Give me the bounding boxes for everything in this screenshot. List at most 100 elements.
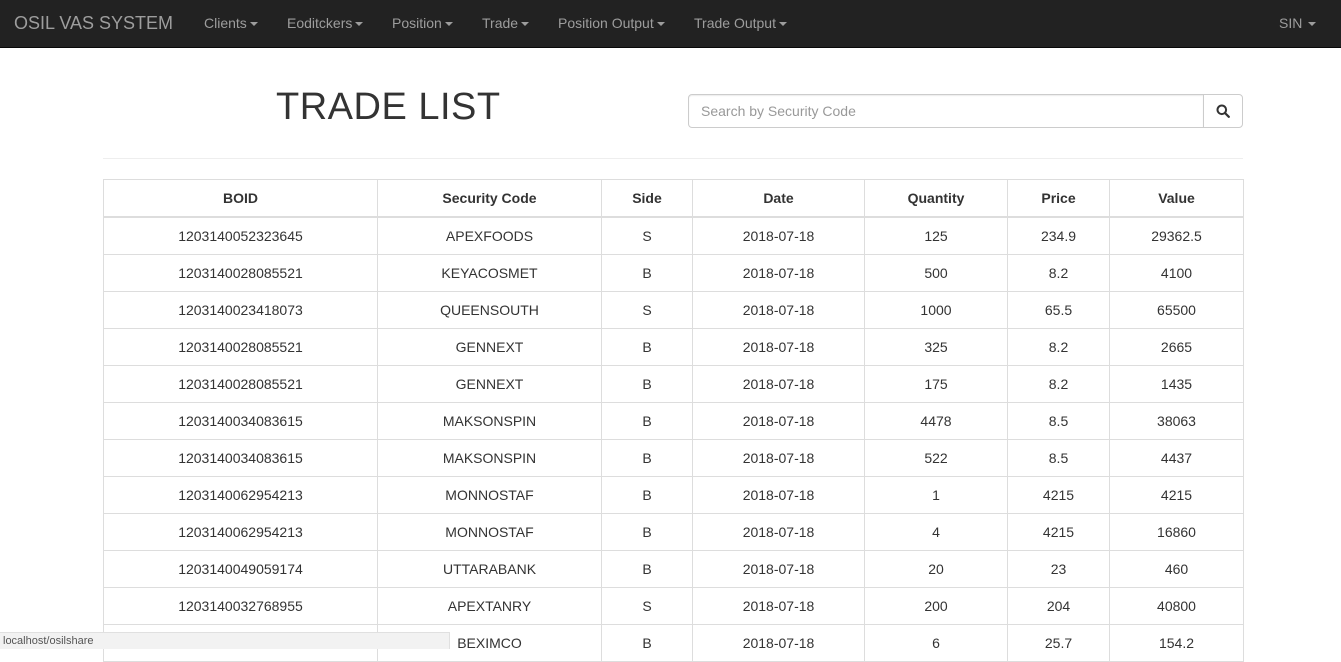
user-menu-label: SIN (1279, 15, 1303, 31)
cell-quantity: 325 (864, 328, 1008, 366)
cell-boid: 1203140023418073 (103, 291, 378, 329)
column-header-security-code[interactable]: Security Code (377, 179, 602, 218)
cell-date: 2018-07-18 (692, 550, 865, 588)
search-icon (1216, 104, 1230, 118)
column-header-price[interactable]: Price (1007, 179, 1110, 218)
cell-side: B (601, 513, 693, 551)
column-header-value[interactable]: Value (1109, 179, 1244, 218)
table-row[interactable]: 1203140028085521 GENNEXT B 2018-07-18 175 8.2… (103, 365, 1244, 403)
column-header-boid[interactable]: BOID (103, 179, 378, 218)
nav-menu-clients[interactable]: Clients (204, 0, 258, 46)
brand-link[interactable]: OSIL VAS SYSTEM (14, 0, 173, 46)
caret-down-icon (444, 22, 453, 27)
cell-date: 2018-07-18 (692, 513, 865, 551)
cell-side: B (601, 402, 693, 440)
cell-value: 65500 (1109, 291, 1244, 329)
caret-down-icon (249, 22, 258, 27)
cell-date: 2018-07-18 (692, 402, 865, 440)
cell-value: 154.2 (1109, 624, 1244, 662)
table-row[interactable]: 1203140023418073 QUEENSOUTH S 2018-07-18 100… (103, 291, 1244, 329)
cell-side: B (601, 254, 693, 292)
cell-boid: 1203140028085521 (103, 328, 378, 366)
cell-date: 2018-07-18 (692, 254, 865, 292)
cell-date: 2018-07-18 (692, 328, 865, 366)
column-header-side[interactable]: Side (601, 179, 693, 218)
search-input[interactable] (688, 94, 1204, 128)
table-row[interactable]: 1203140028085521 KEYACOSMET B 2018-07-18 500… (103, 254, 1244, 292)
cell-boid: 1203140034083615 (103, 402, 378, 440)
cell-security-code: MAKSONSPIN (377, 439, 602, 477)
cell-value: 4437 (1109, 439, 1244, 477)
nav-menu-label: Position (392, 15, 442, 31)
cell-quantity: 125 (864, 216, 1008, 255)
column-header-date[interactable]: Date (692, 179, 865, 218)
cell-security-code: GENNEXT (377, 365, 602, 403)
cell-date: 2018-07-18 (692, 216, 865, 255)
cell-boid: 1203140052323645 (103, 216, 378, 255)
table-row[interactable]: 1203140028085521 GENNEXT B 2018-07-18 325 8.2… (103, 328, 1244, 366)
nav-menu-label: Clients (204, 15, 247, 31)
cell-quantity: 175 (864, 365, 1008, 403)
table-row[interactable]: 1203140052323645 APEXFOODS S 2018-07-18 125 2… (103, 216, 1244, 255)
cell-side: B (601, 476, 693, 514)
cell-date: 2018-07-18 (692, 291, 865, 329)
cell-value: 16860 (1109, 513, 1244, 551)
nav-menu-trade[interactable]: Trade (482, 0, 530, 46)
nav-menu-trade-output[interactable]: Trade Output (694, 0, 787, 46)
nav-menu-eoditckers[interactable]: Eoditckers (287, 0, 364, 46)
column-header-quantity[interactable]: Quantity (864, 179, 1008, 218)
cell-side: S (601, 291, 693, 329)
cell-quantity: 200 (864, 587, 1008, 625)
cell-price: 8.2 (1007, 254, 1110, 292)
table-row[interactable]: 1203140032768955 APEXTANRY S 2018-07-18 200 2… (103, 587, 1244, 625)
cell-price: 25.7 (1007, 624, 1110, 662)
trade-table: BOID Security Code Side Date Quantity Pr… (103, 179, 1244, 662)
cell-quantity: 1000 (864, 291, 1008, 329)
cell-value: 40800 (1109, 587, 1244, 625)
table-row[interactable]: 1203140062954213 MONNOSTAF B 2018-07-18 1 421… (103, 476, 1244, 514)
cell-security-code: MONNOSTAF (377, 476, 602, 514)
cell-quantity: 6 (864, 624, 1008, 662)
table-row[interactable]: 1203140034083615 MAKSONSPIN B 2018-07-18 447… (103, 402, 1244, 440)
cell-value: 460 (1109, 550, 1244, 588)
table-row[interactable]: 1203140034083615 MAKSONSPIN B 2018-07-18 522… (103, 439, 1244, 477)
cell-quantity: 4 (864, 513, 1008, 551)
cell-quantity: 20 (864, 550, 1008, 588)
cell-boid: 1203140062954213 (103, 513, 378, 551)
table-header-row: BOID Security Code Side Date Quantity Pr… (103, 179, 1244, 218)
cell-value: 38063 (1109, 402, 1244, 440)
cell-boid: 1203140028085521 (103, 254, 378, 292)
cell-date: 2018-07-18 (692, 365, 865, 403)
cell-boid: 1203140049059174 (103, 550, 378, 588)
caret-down-icon (355, 22, 364, 27)
user-menu[interactable]: SIN (1279, 0, 1317, 46)
cell-value: 2665 (1109, 328, 1244, 366)
search-button[interactable] (1203, 94, 1243, 128)
cell-side: B (601, 624, 693, 662)
table-row[interactable]: 1203140049059174 UTTARABANK B 2018-07-18 20 2… (103, 550, 1244, 588)
cell-boid: 1203140032768955 (103, 587, 378, 625)
cell-side: S (601, 216, 693, 255)
cell-boid: 1203140034083615 (103, 439, 378, 477)
cell-side: S (601, 587, 693, 625)
table-row[interactable]: 1203140062954213 MONNOSTAF B 2018-07-18 4 421… (103, 513, 1244, 551)
cell-price: 4215 (1007, 513, 1110, 551)
cell-price: 8.5 (1007, 402, 1110, 440)
cell-security-code: APEXFOODS (377, 216, 602, 255)
nav-menu-position-output[interactable]: Position Output (558, 0, 665, 46)
cell-security-code: APEXTANRY (377, 587, 602, 625)
cell-price: 234.9 (1007, 216, 1110, 255)
nav-menu-label: Trade (482, 15, 519, 31)
cell-quantity: 4478 (864, 402, 1008, 440)
cell-price: 8.2 (1007, 365, 1110, 403)
caret-down-icon (521, 22, 530, 27)
cell-security-code: MAKSONSPIN (377, 402, 602, 440)
cell-price: 8.2 (1007, 328, 1110, 366)
cell-value: 29362.5 (1109, 216, 1244, 255)
nav-menu-label: Trade Output (694, 15, 776, 31)
cell-price: 8.5 (1007, 439, 1110, 477)
nav-menu-position[interactable]: Position (392, 0, 453, 46)
cell-security-code: UTTARABANK (377, 550, 602, 588)
cell-security-code: MONNOSTAF (377, 513, 602, 551)
cell-quantity: 522 (864, 439, 1008, 477)
